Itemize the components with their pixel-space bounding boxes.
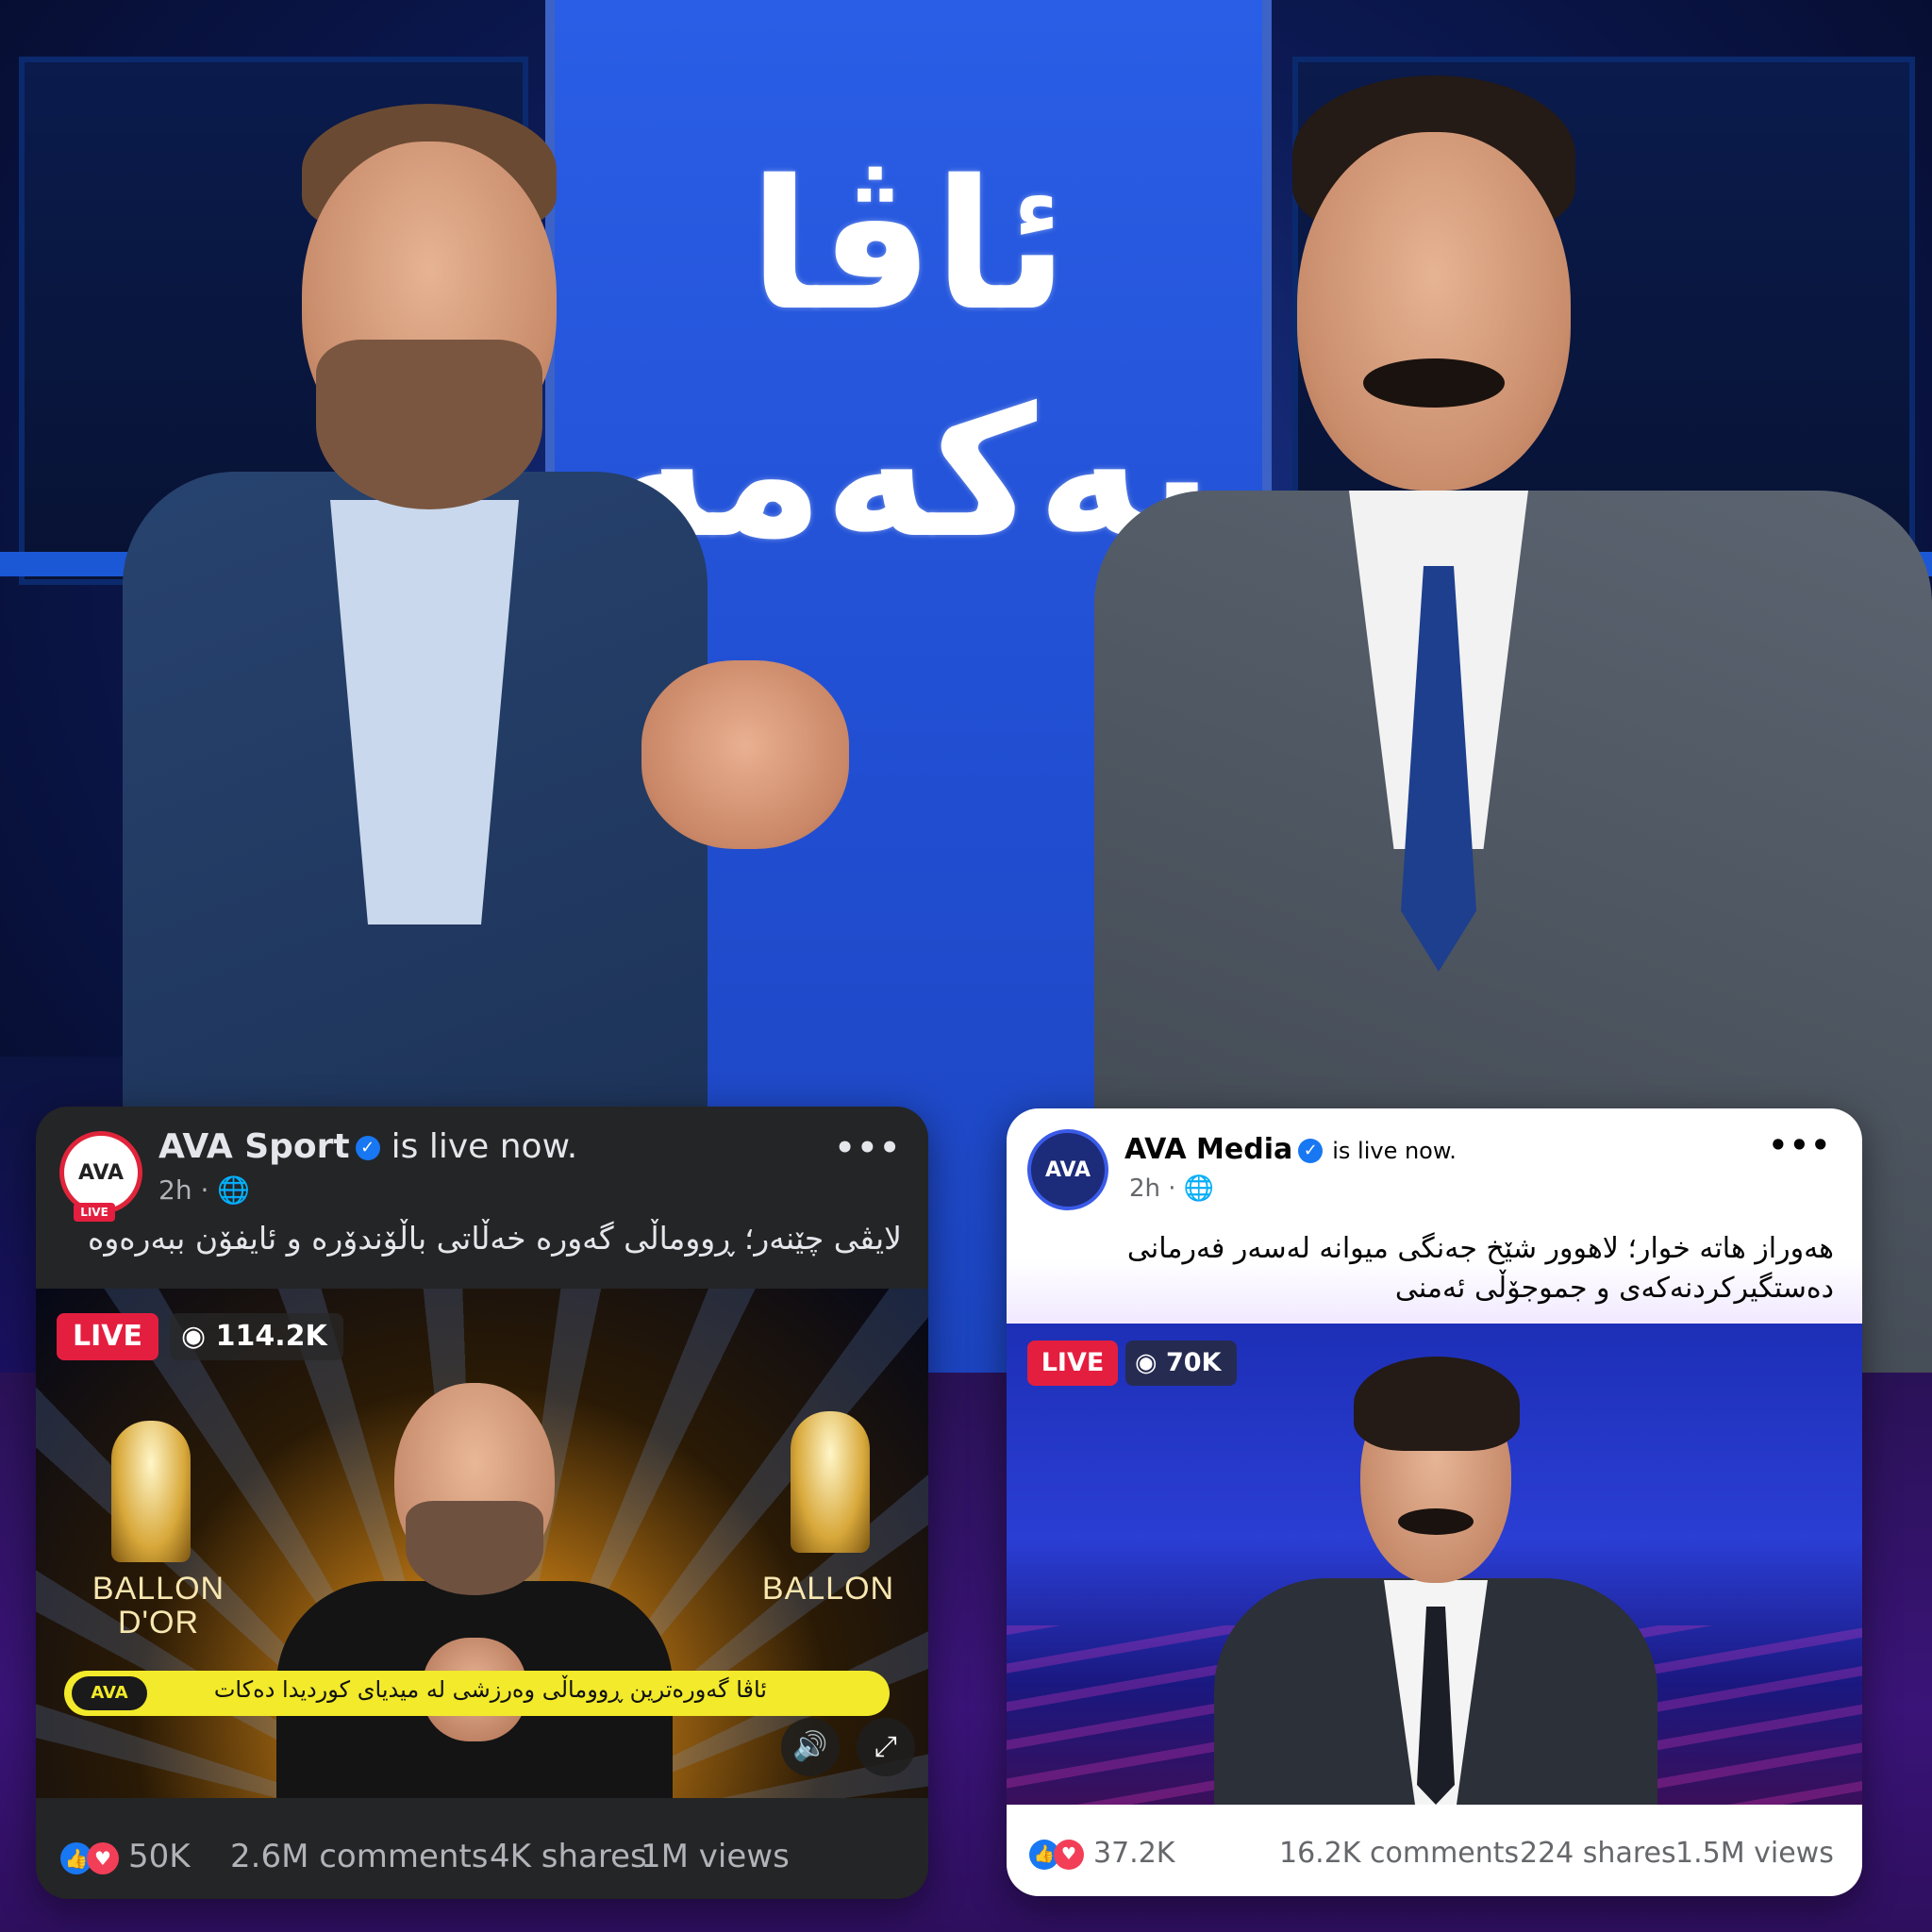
verified-badge-icon: ✓ — [1298, 1138, 1324, 1163]
ticker-text: ئاڤا گەورەترین ڕووماڵی وەرزشی لە میدیای … — [213, 1676, 767, 1703]
fullscreen-icon[interactable]: ⤢ — [857, 1718, 915, 1776]
love-reaction-icon: ♥ — [87, 1841, 119, 1874]
views-count: 1M views — [641, 1838, 790, 1875]
live-status-text: is live now. — [1332, 1138, 1457, 1164]
verified-badge-icon: ✓ — [355, 1136, 380, 1160]
page-avatar[interactable]: AVA — [59, 1131, 142, 1214]
comments-count[interactable]: 16.2K comments — [1279, 1837, 1519, 1870]
more-options-icon[interactable]: ••• — [835, 1129, 902, 1167]
avatar-live-badge: LIVE — [74, 1203, 115, 1222]
meta-separator: · — [200, 1174, 218, 1206]
viewer-count-value: 114.2K — [215, 1320, 327, 1353]
post-card-ava-sport[interactable]: AVA LIVE AVA Sport ✓ is live now. 2h · 🌐 •… — [36, 1107, 928, 1899]
page-avatar[interactable]: AVA — [1027, 1129, 1108, 1210]
ballon-dor-text-left: BALLON D'OR — [92, 1571, 225, 1641]
viewer-count-value: 70K — [1165, 1348, 1222, 1377]
avatar-logo: AVA — [77, 1160, 125, 1185]
reactions-count: 50K — [128, 1838, 191, 1875]
reactions-summary[interactable]: 👍 ♥ 37.2K — [1029, 1837, 1174, 1870]
globe-icon: 🌐 — [1183, 1174, 1215, 1203]
eye-icon: ◉ — [1135, 1348, 1166, 1377]
reactions-summary[interactable]: 👍 ♥ 50K — [60, 1838, 191, 1875]
post-time[interactable]: 2h — [158, 1174, 192, 1206]
live-status-text: is live now. — [391, 1127, 578, 1166]
more-options-icon[interactable]: ••• — [1769, 1127, 1832, 1163]
ticker-logo: AVA — [72, 1676, 147, 1710]
page-name-link[interactable]: AVA Sport — [158, 1127, 350, 1166]
post-meta: 2h · 🌐 — [1129, 1174, 1214, 1203]
page-name-link[interactable]: AVA Media — [1124, 1133, 1292, 1166]
handshake — [641, 660, 849, 849]
post-meta: 2h · 🌐 — [158, 1174, 250, 1206]
ballon-dor-text-right: BALLON — [761, 1571, 895, 1607]
live-video-player[interactable]: BALLON D'OR BALLON AVA ئاڤا گەورەترین ڕو… — [36, 1289, 928, 1798]
post-caption: لایڤی چێنەر؛ ڕووماڵی گەورە خەڵاتی باڵۆند… — [88, 1220, 902, 1257]
post-caption: هەوراز هاتە خوار؛ لاهوور شێخ جەنگی میوان… — [1126, 1232, 1834, 1305]
viewer-count: ◉ 70K — [1125, 1341, 1237, 1386]
reactions-count: 37.2K — [1093, 1837, 1175, 1870]
love-reaction-icon: ♥ — [1054, 1839, 1084, 1870]
globe-icon: 🌐 — [217, 1174, 251, 1206]
live-video-player[interactable]: LIVE ◉ 70K — [1007, 1324, 1862, 1805]
page-name-row: AVA Media ✓ is live now. — [1124, 1133, 1457, 1166]
ballon-dor-trophy-left — [111, 1421, 191, 1562]
shares-count[interactable]: 224 shares — [1520, 1837, 1676, 1870]
post-time[interactable]: 2h — [1129, 1174, 1160, 1203]
video-presenter-beard — [406, 1501, 543, 1595]
meta-separator: · — [1168, 1174, 1184, 1203]
live-badge: LIVE — [1027, 1341, 1118, 1386]
post-card-ava-media[interactable]: AVA AVA Media ✓ is live now. 2h · 🌐 ••• هە… — [1007, 1108, 1862, 1896]
page-name-row: AVA Sport ✓ is live now. — [158, 1127, 577, 1166]
viewer-count: ◉ 114.2K — [170, 1313, 343, 1360]
volume-icon[interactable]: 🔊 — [781, 1718, 840, 1776]
video-anchor-hair — [1354, 1357, 1520, 1451]
views-count: 1.5M views — [1675, 1837, 1834, 1870]
brand-title-line1: ئاڤا — [748, 142, 1069, 350]
news-ticker: AVA ئاڤا گەورەترین ڕووماڵی وەرزشی لە مید… — [64, 1671, 890, 1716]
live-badge: LIVE — [57, 1313, 158, 1360]
comments-count[interactable]: 2.6M comments — [230, 1838, 488, 1875]
eye-icon: ◉ — [181, 1320, 216, 1353]
video-anchor-mustache — [1398, 1508, 1474, 1535]
shares-count[interactable]: 4K shares — [490, 1838, 647, 1875]
avatar-logo: AVA — [1044, 1158, 1091, 1182]
ballon-dor-trophy-right — [791, 1411, 870, 1553]
